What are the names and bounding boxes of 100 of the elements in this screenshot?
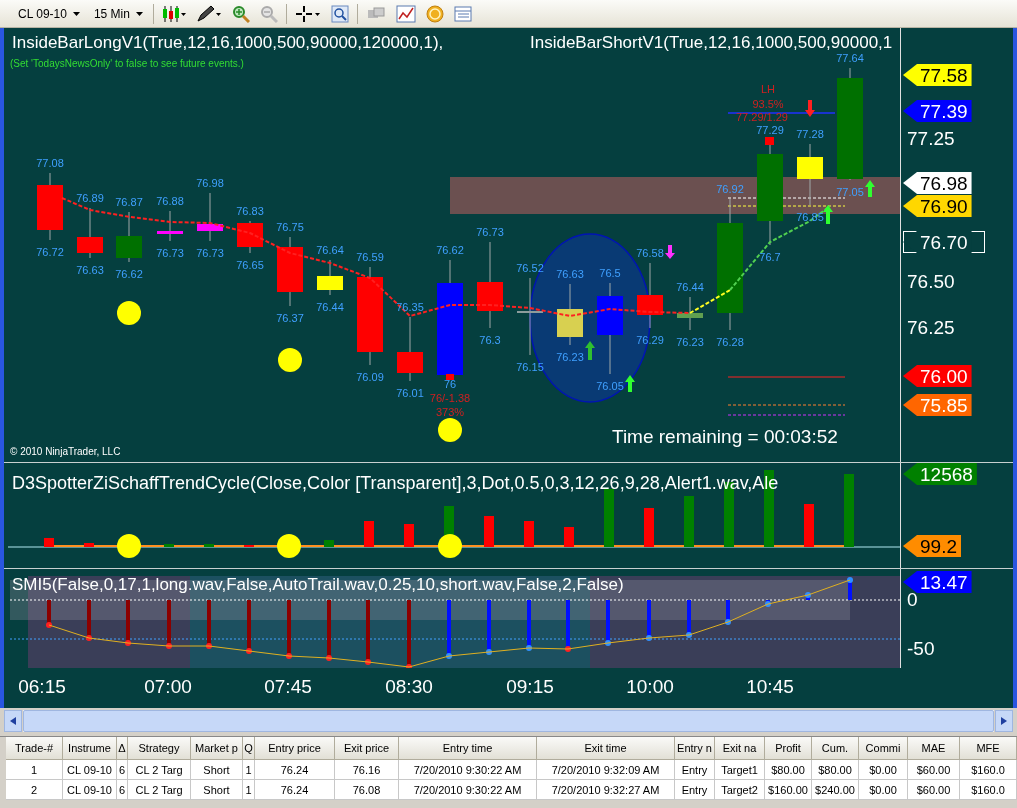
table-cell: $0.00 xyxy=(859,780,908,800)
right-arrow-icon xyxy=(1001,717,1007,725)
smi-bar xyxy=(407,600,411,667)
left-arrow-icon xyxy=(10,717,16,725)
zoom-out-icon xyxy=(259,4,278,23)
price-label: 76.63 xyxy=(76,264,104,276)
histogram-bar xyxy=(524,521,534,547)
price-label: 76.92 xyxy=(716,183,744,195)
table-cell: $240.00 xyxy=(812,780,859,800)
column-header[interactable]: Instrume xyxy=(63,737,117,760)
column-header[interactable]: Market p xyxy=(191,737,243,760)
table-cell: 7/20/2010 9:32:09 AM xyxy=(537,760,675,780)
histogram-bar xyxy=(164,544,174,547)
histogram-bar xyxy=(84,543,94,547)
price-tag: 77.58 xyxy=(903,64,972,86)
indicator-title: InsideBarLongV1(True,12,16,1000,500,90000,120000,1), xyxy=(12,33,444,53)
histogram-bar xyxy=(684,496,694,547)
scroll-right-button[interactable] xyxy=(995,710,1013,732)
interval-dropdown[interactable]: 15 Min xyxy=(89,4,147,23)
scrollbar-thumb[interactable] xyxy=(23,710,994,732)
smi-bar xyxy=(527,600,531,648)
column-header[interactable]: Strategy xyxy=(128,737,191,760)
smi-dot xyxy=(365,659,371,665)
column-header[interactable]: Commi xyxy=(859,737,908,760)
signal-dot xyxy=(117,301,141,325)
table-cell: 7/20/2010 9:32:27 AM xyxy=(537,780,675,800)
time-remaining: Time remaining = 00:03:52 xyxy=(612,426,838,448)
column-header[interactable]: MFE xyxy=(960,737,1017,760)
smi-dot xyxy=(686,632,692,638)
signal-dot xyxy=(278,348,302,372)
up-arrow-icon xyxy=(625,375,635,392)
smi-dot xyxy=(646,635,652,641)
price-tick: 77.25 xyxy=(907,128,955,150)
data-box-button[interactable] xyxy=(451,3,474,24)
up-arrow-icon xyxy=(585,341,595,360)
price-label: 76.28 xyxy=(716,336,744,348)
smi-dot xyxy=(805,592,811,598)
smi-bar xyxy=(287,600,291,656)
time-label: 07:45 xyxy=(264,676,312,698)
column-header[interactable]: Δ xyxy=(117,737,128,760)
table-cell: 2 xyxy=(6,780,63,800)
price-label: 76.15 xyxy=(516,361,544,373)
column-header[interactable]: Profit xyxy=(765,737,812,760)
smi-dot xyxy=(86,635,92,641)
zoom-box-button[interactable] xyxy=(328,3,351,24)
price-tag: 76.98 xyxy=(903,172,972,194)
scroll-left-button[interactable] xyxy=(4,710,22,732)
indicators-button[interactable] xyxy=(393,3,418,24)
smi-bar xyxy=(447,600,451,656)
value-tick: -50 xyxy=(907,638,935,660)
smi-dot xyxy=(765,601,771,607)
column-header[interactable]: Trade-# xyxy=(6,737,63,760)
copyright-text: © 2010 NinjaTrader, LLC xyxy=(10,446,121,457)
histogram-bar xyxy=(644,508,654,547)
table-cell: Target1 xyxy=(715,760,765,780)
table-cell: Entry xyxy=(675,780,715,800)
table-cell: 6 xyxy=(117,760,128,780)
column-header[interactable]: Entry time xyxy=(399,737,537,760)
indicator-title: InsideBarShortV1(True,12,16,1000,500,90000,1 xyxy=(530,33,893,53)
column-header[interactable]: Exit time xyxy=(537,737,675,760)
column-header[interactable]: MAE xyxy=(908,737,960,760)
price-label: 76.09 xyxy=(356,371,384,383)
price-label: 76.63 xyxy=(556,268,584,280)
smi-dot xyxy=(486,649,492,655)
price-label: 76.85 xyxy=(796,211,824,223)
signal-annotation: 76/-1.38 xyxy=(429,392,471,404)
histogram-bar xyxy=(484,516,494,547)
column-header[interactable]: Exit price xyxy=(335,737,399,760)
price-label: 77.64 xyxy=(836,52,864,64)
smi-bar xyxy=(87,600,91,638)
instrument-dropdown[interactable]: CL 09-10 xyxy=(14,4,84,23)
smi-dot xyxy=(46,622,52,628)
column-header[interactable]: Q xyxy=(243,737,255,760)
indicator-title: D3SpotterZiSchaffTrendCycle(Close,Color [Transparent],3,Dot,0.5,0,3,12,26,9,28,Alert1.wav,Ale xyxy=(12,473,779,494)
column-header[interactable]: Cum. xyxy=(812,737,859,760)
table-icon xyxy=(453,4,472,23)
histogram-bar xyxy=(204,544,214,547)
histogram-bar xyxy=(804,504,814,547)
column-header[interactable]: Entry price xyxy=(255,737,335,760)
price-label: 76.73 xyxy=(156,247,184,259)
time-label: 08:30 xyxy=(385,676,433,698)
column-header[interactable]: Entry n xyxy=(675,737,715,760)
signal-dot xyxy=(438,418,462,442)
price-tag: 76.90 xyxy=(903,195,972,217)
strategy-button[interactable] xyxy=(423,3,446,24)
table-cell: 7/20/2010 9:30:22 AM xyxy=(399,760,537,780)
price-label: 76.89 xyxy=(76,192,104,204)
smi-dot xyxy=(725,619,731,625)
column-header[interactable]: Exit na xyxy=(715,737,765,760)
smi-bar xyxy=(487,600,491,652)
caret-icon xyxy=(135,11,143,16)
signal-dot xyxy=(277,534,301,558)
table-cell: 1 xyxy=(6,760,63,780)
price-label: 76.52 xyxy=(516,262,544,274)
smi-bar xyxy=(647,600,651,638)
signal-dot xyxy=(117,534,141,558)
price-label: 76.05 xyxy=(596,380,624,392)
line-chart-icon xyxy=(395,4,416,23)
stop-marker xyxy=(446,374,454,380)
smi-bar xyxy=(327,600,331,658)
